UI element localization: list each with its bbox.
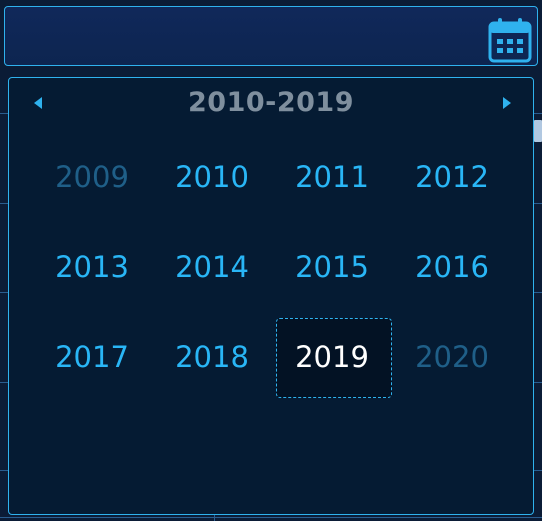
year-cell[interactable]: 2013 — [32, 222, 152, 312]
year-cell[interactable]: 2012 — [392, 132, 512, 222]
caret-right-icon[interactable] — [503, 97, 511, 109]
year-cell[interactable]: 2010 — [152, 132, 272, 222]
year-cell[interactable]: 2017 — [32, 312, 152, 402]
decade-range-title[interactable]: 2010-2019 — [9, 87, 533, 118]
calendar-icon[interactable] — [487, 16, 533, 64]
year-picker-screen: 2010-2019 2009 2010 2011 2012 2013 2014 … — [0, 0, 542, 521]
background-text-fragment — [534, 120, 542, 142]
picker-header: 2010-2019 — [9, 78, 533, 132]
year-cell-selected[interactable]: 2019 — [272, 312, 392, 402]
background-grid-line — [0, 517, 542, 518]
year-grid: 2009 2010 2011 2012 2013 2014 2015 2016 … — [32, 132, 512, 402]
year-cell-next-decade[interactable]: 2020 — [392, 312, 512, 402]
year-cell[interactable]: 2014 — [152, 222, 272, 312]
year-cell[interactable]: 2016 — [392, 222, 512, 312]
year-cell[interactable]: 2011 — [272, 132, 392, 222]
year-input-field[interactable] — [4, 6, 538, 66]
year-cell[interactable]: 2018 — [152, 312, 272, 402]
year-picker-panel: 2010-2019 2009 2010 2011 2012 2013 2014 … — [8, 77, 534, 515]
year-cell[interactable]: 2015 — [272, 222, 392, 312]
year-cell-prev-decade[interactable]: 2009 — [32, 132, 152, 222]
